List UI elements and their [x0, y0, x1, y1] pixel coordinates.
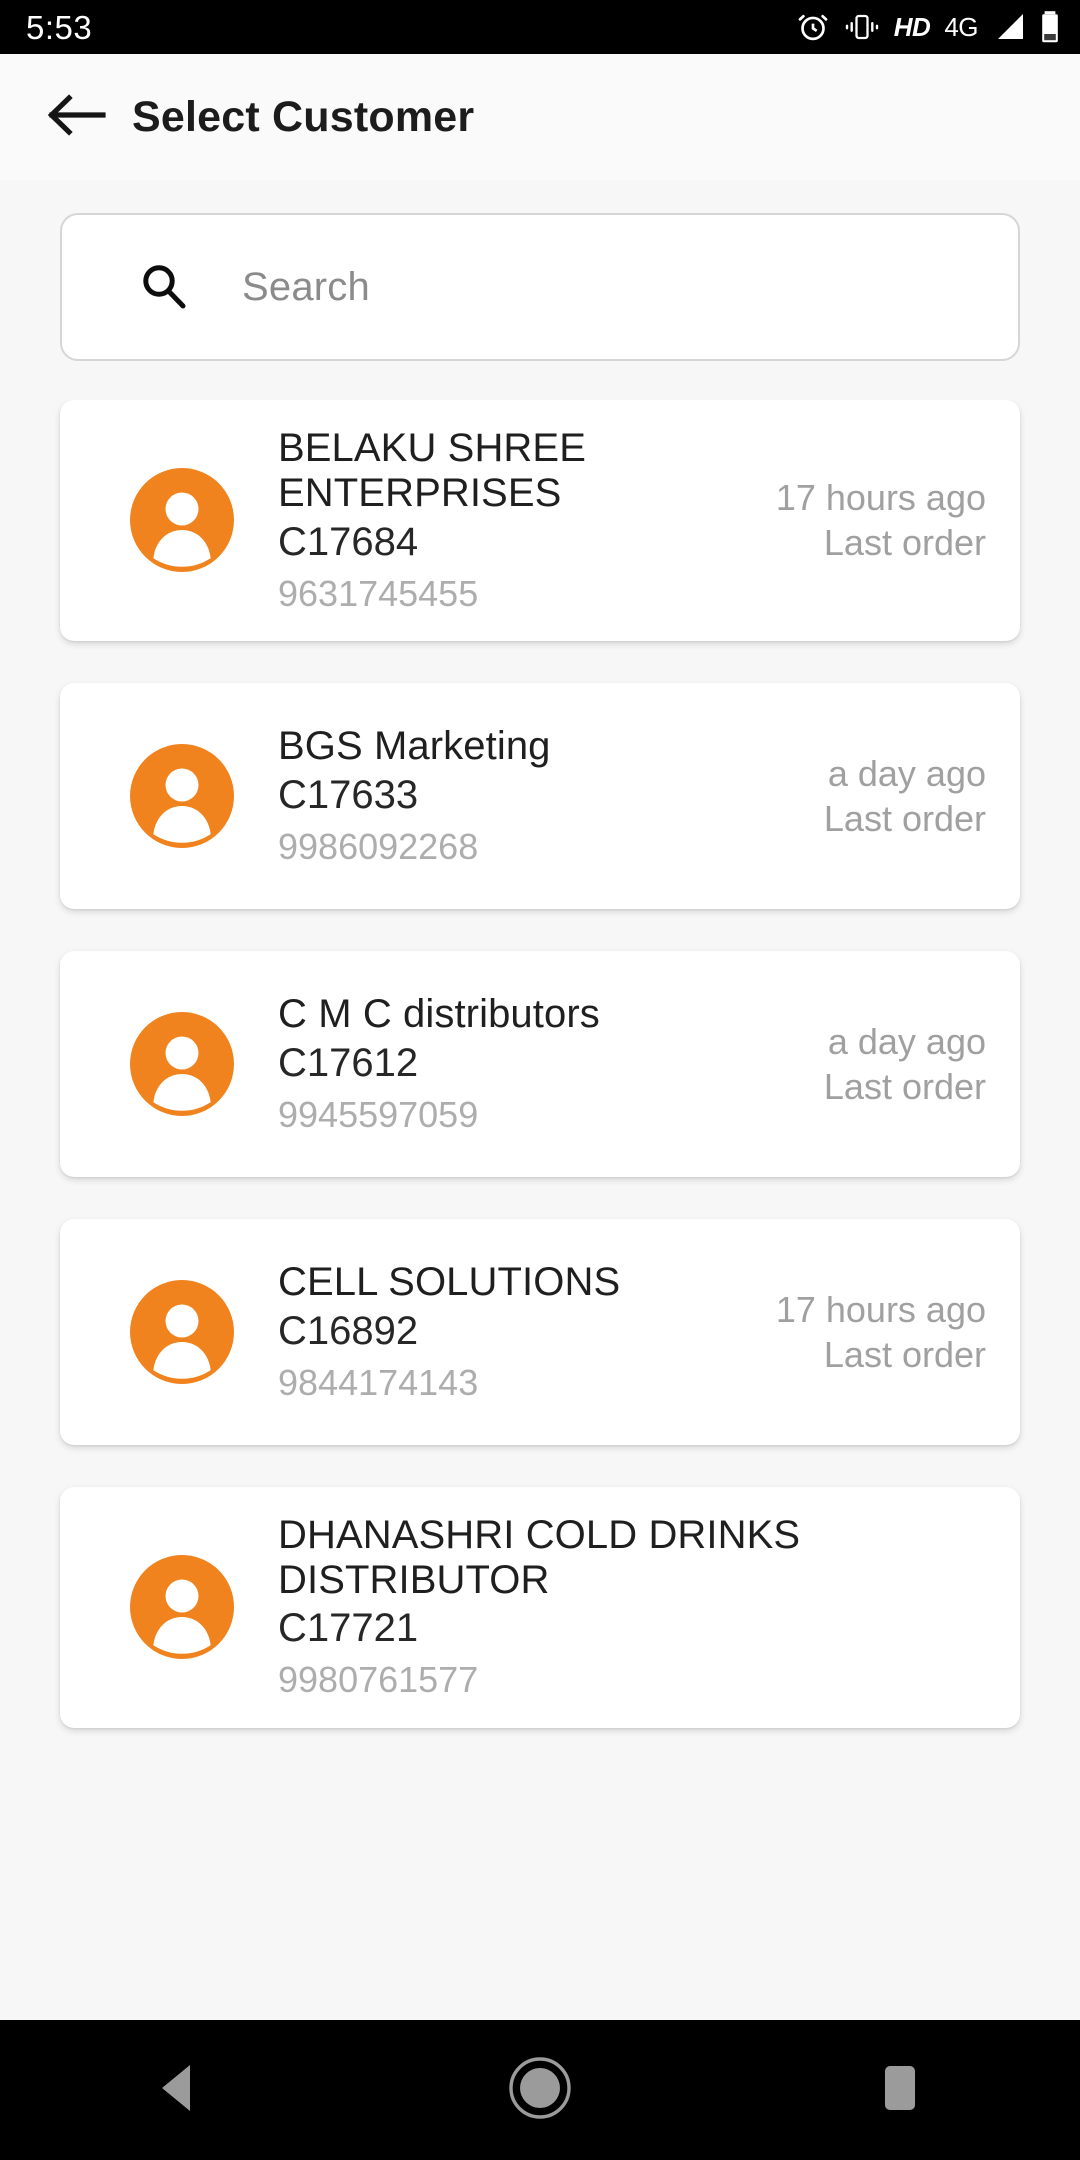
customer-name: BELAKU SHREE ENTERPRISES	[278, 426, 586, 515]
last-order-info: a day ago Last order	[814, 1019, 986, 1109]
customer-card[interactable]: DHANASHRI COLD DRINKS DISTRIBUTOR C17721…	[60, 1486, 1020, 1728]
customer-details: C M C distributors C17612 9945597059	[278, 992, 814, 1136]
customer-code: C17612	[278, 1040, 419, 1085]
signal-icon	[992, 12, 1026, 42]
customer-card[interactable]: CELL SOLUTIONS C16892 9844174143 17 hour…	[60, 1218, 1020, 1445]
nav-back-button[interactable]	[80, 2020, 280, 2160]
alarm-icon	[796, 10, 830, 44]
search-input[interactable]: Search	[60, 213, 1020, 361]
back-arrow-icon	[45, 89, 107, 146]
customer-code: C17721	[278, 1606, 419, 1651]
customer-details: BGS Marketing C17633 9986092268	[278, 724, 814, 868]
back-button[interactable]	[24, 89, 128, 146]
4g-icon: 4G	[944, 11, 978, 42]
customer-code: C17633	[278, 772, 419, 817]
page-title: Select Customer	[132, 92, 475, 141]
customer-code: C17684	[278, 519, 419, 564]
last-order-label: Last order	[823, 1333, 986, 1375]
android-nav-bar	[0, 2020, 1080, 2160]
customer-card[interactable]: BGS Marketing C17633 9986092268 a day ag…	[60, 682, 1020, 909]
avatar	[130, 1555, 234, 1660]
customer-name: BGS Marketing	[278, 723, 551, 768]
last-order-label: Last order	[823, 522, 986, 564]
customer-name: DHANASHRI COLD DRINKS DISTRIBUTOR	[278, 1512, 801, 1602]
customer-name: C M C distributors	[278, 991, 600, 1036]
nav-home-icon	[507, 2055, 573, 2126]
customer-card[interactable]: C M C distributors C17612 9945597059 a d…	[60, 950, 1020, 1177]
nav-back-icon	[156, 2061, 204, 2120]
app-bar: Select Customer	[0, 54, 1080, 180]
customer-code: C16892	[278, 1308, 419, 1353]
last-order-time: a day ago	[827, 752, 986, 794]
customer-phone: 9631745455	[278, 572, 479, 614]
customer-list[interactable]: BELAKU SHREE ENTERPRISES C17684 96317454…	[0, 400, 1080, 2020]
customer-details: DHANASHRI COLD DRINKS DISTRIBUTOR C17721…	[278, 1513, 976, 1702]
nav-recents-icon	[876, 2062, 924, 2119]
status-time: 5:53	[26, 8, 93, 46]
last-order-label: Last order	[823, 1065, 986, 1107]
phone-screen: 5:53 HD 4G Select Customer Search BELAKU…	[0, 0, 1080, 2160]
customer-phone: 9980761577	[278, 1659, 479, 1701]
avatar	[130, 468, 234, 573]
customer-phone: 9945597059	[278, 1093, 479, 1135]
last-order-time: 17 hours ago	[775, 477, 986, 519]
customer-details: BELAKU SHREE ENTERPRISES C17684 96317454…	[278, 426, 766, 615]
last-order-time: 17 hours ago	[775, 1288, 986, 1330]
search-icon	[138, 261, 190, 313]
avatar	[130, 1011, 234, 1116]
avatar	[130, 743, 234, 848]
hd-icon: HD	[893, 11, 931, 42]
search-placeholder: Search	[242, 264, 370, 309]
customer-card[interactable]: BELAKU SHREE ENTERPRISES C17684 96317454…	[60, 400, 1020, 641]
last-order-info: 17 hours ago Last order	[766, 1287, 986, 1377]
customer-phone: 9986092268	[278, 825, 479, 867]
battery-icon	[1040, 10, 1060, 44]
last-order-info: 17 hours ago Last order	[766, 475, 986, 565]
last-order-label: Last order	[823, 797, 986, 839]
customer-details: CELL SOLUTIONS C16892 9844174143	[278, 1260, 766, 1404]
nav-recents-button[interactable]	[800, 2020, 1000, 2160]
customer-name: CELL SOLUTIONS	[278, 1259, 621, 1304]
nav-home-button[interactable]	[440, 2020, 640, 2160]
last-order-time: a day ago	[827, 1020, 986, 1062]
customer-phone: 9844174143	[278, 1361, 479, 1403]
status-icon-group: HD 4G	[796, 10, 1060, 44]
vibrate-icon	[844, 12, 880, 42]
last-order-info: a day ago Last order	[814, 751, 986, 841]
avatar	[130, 1279, 234, 1384]
status-bar: 5:53 HD 4G	[0, 0, 1080, 54]
